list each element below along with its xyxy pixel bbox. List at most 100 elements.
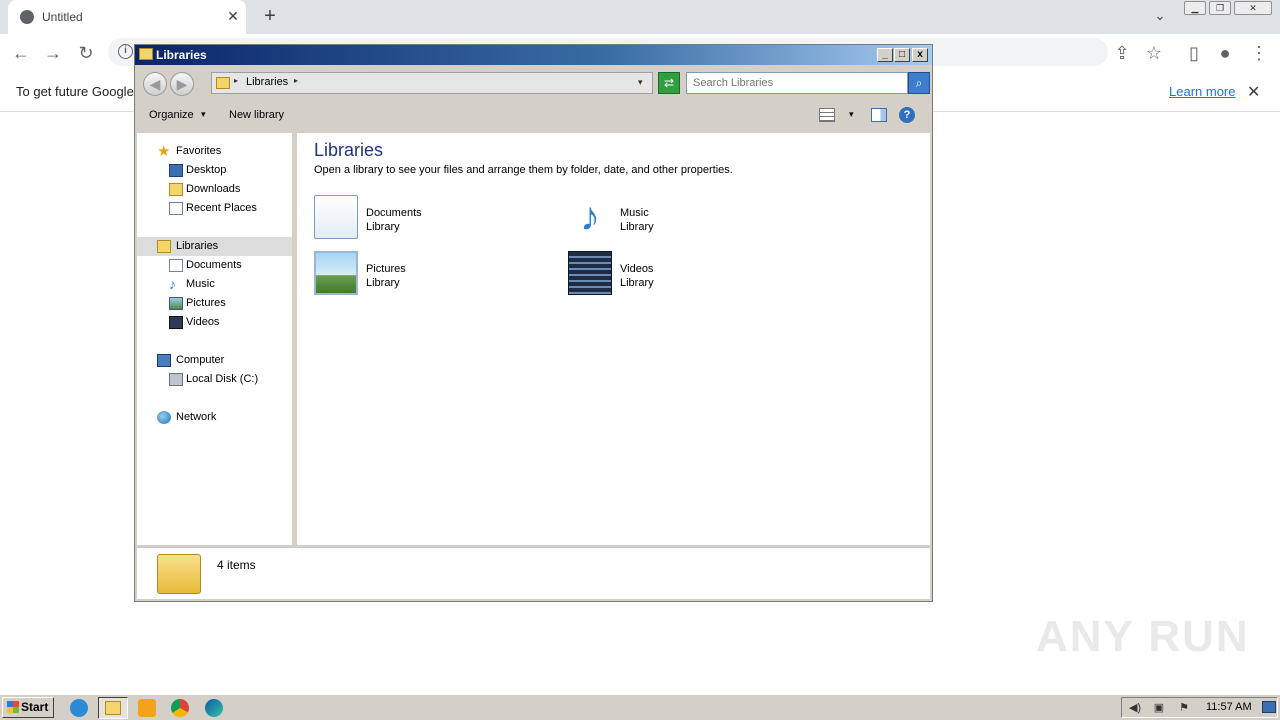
tab-close-icon[interactable]: ✕ <box>224 6 242 26</box>
nav-item-computer[interactable]: Computer <box>137 351 292 370</box>
title-bar[interactable]: Libraries _ □ x <box>135 45 932 65</box>
system-tray: ◀) ▣ ⚑ 11:57 AM <box>1121 697 1278 718</box>
library-item-music[interactable]: ♪ Music Library <box>568 195 768 243</box>
nav-item-favorites[interactable]: ★ Favorites <box>137 142 292 161</box>
details-pane: 4 items <box>137 547 930 599</box>
libraries-folder-icon <box>157 240 171 253</box>
organize-button[interactable]: Organize <box>149 109 194 121</box>
help-icon[interactable]: ? <box>899 107 915 123</box>
start-label: Start <box>21 700 49 714</box>
nav-item-desktop[interactable]: Desktop <box>137 161 292 180</box>
nav-item-label: Network <box>176 411 217 423</box>
explorer-window: Libraries _ □ x ◀ ▶ ▸ Libraries ▸ ▾ ⇄ ⌕ … <box>134 44 933 602</box>
libraries-large-icon <box>157 554 201 594</box>
chrome-menu-icon[interactable]: ⋮ <box>1248 42 1270 64</box>
address-box[interactable]: ▸ Libraries ▸ ▾ <box>211 72 653 94</box>
share-icon[interactable]: ⇪ <box>1111 42 1133 64</box>
nav-item-documents[interactable]: Documents <box>137 256 292 275</box>
nav-item-downloads[interactable]: Downloads <box>137 180 292 199</box>
nav-item-network[interactable]: Network <box>137 408 292 427</box>
library-type: Library <box>620 221 654 233</box>
internet-explorer-icon[interactable] <box>70 699 88 717</box>
show-desktop-icon[interactable] <box>1262 701 1276 713</box>
close-button[interactable]: x <box>912 48 928 62</box>
minimize-button[interactable]: _ <box>877 48 893 62</box>
nav-item-label: Libraries <box>176 240 219 252</box>
chrome-icon[interactable] <box>171 699 189 717</box>
nav-item-local-disk[interactable]: Local Disk (C:) <box>137 370 292 389</box>
computer-icon <box>157 354 171 367</box>
back-icon[interactable]: ← <box>10 42 32 64</box>
library-name: Pictures <box>366 263 406 275</box>
new-tab-button[interactable]: + <box>258 4 282 28</box>
nav-item-pictures[interactable]: Pictures <box>137 294 292 313</box>
search-icon[interactable]: ⌕ <box>908 72 930 94</box>
music-note-icon: ♪ <box>169 276 176 292</box>
nav-item-libraries[interactable]: Libraries <box>137 237 292 256</box>
site-info-icon[interactable]: i <box>118 44 133 59</box>
content-description: Open a library to see your files and arr… <box>314 164 733 176</box>
bookmark-star-icon[interactable]: ☆ <box>1143 42 1165 64</box>
change-view-icon[interactable] <box>819 108 835 122</box>
library-type: Library <box>366 221 400 233</box>
volume-icon[interactable]: ◀) <box>1128 702 1142 714</box>
breadcrumb-libraries[interactable]: Libraries <box>246 76 288 88</box>
videos-library-icon <box>568 251 612 295</box>
tab-title: Untitled <box>42 10 83 24</box>
clock[interactable]: 11:57 AM <box>1206 701 1252 713</box>
infobar-message: To get future Google <box>16 84 134 99</box>
breadcrumb-chevron-icon[interactable]: ▸ <box>294 76 298 85</box>
back-button[interactable]: ◀ <box>143 72 167 96</box>
maximize-button[interactable]: □ <box>894 48 910 62</box>
nav-item-label: Downloads <box>186 183 241 195</box>
nav-item-label: Recent Places <box>186 202 257 214</box>
edge-icon[interactable] <box>205 699 223 717</box>
tab-search-icon[interactable]: ⌄ <box>1150 6 1170 26</box>
libraries-folder-icon <box>216 77 230 89</box>
nav-item-videos[interactable]: Videos <box>137 313 292 332</box>
profile-avatar-icon[interactable]: ● <box>1214 42 1236 64</box>
nav-item-label: Favorites <box>176 145 222 157</box>
new-library-button[interactable]: New library <box>229 109 284 121</box>
libraries-folder-icon <box>139 48 153 60</box>
nav-item-music[interactable]: ♪ Music <box>137 275 292 294</box>
library-item-pictures[interactable]: Pictures Library <box>314 251 514 299</box>
refresh-icon[interactable]: ⇄ <box>658 72 680 94</box>
side-panel-icon[interactable]: ▯ <box>1183 42 1205 64</box>
window-close-button[interactable]: ✕ <box>1234 1 1272 15</box>
reload-icon[interactable]: ↻ <box>75 42 97 64</box>
window-restore-button[interactable]: ❐ <box>1209 1 1231 15</box>
media-player-icon[interactable] <box>138 699 156 717</box>
desktop-icon <box>169 164 183 177</box>
chevron-down-icon[interactable]: ▾ <box>201 109 206 120</box>
pictures-icon <box>169 297 183 310</box>
network-icon[interactable]: ▣ <box>1152 702 1166 714</box>
taskbar-explorer-button[interactable] <box>98 697 128 719</box>
taskbar: Start ◀) ▣ ⚑ 11:57 AM <box>0 694 1280 720</box>
recent-places-icon <box>169 202 183 215</box>
library-item-videos[interactable]: Videos Library <box>568 251 768 299</box>
local-disk-icon <box>169 373 183 386</box>
chevron-down-icon[interactable]: ▾ <box>849 109 854 120</box>
nav-item-recent-places[interactable]: Recent Places <box>137 199 292 218</box>
forward-button[interactable]: ▶ <box>170 72 194 96</box>
search-input[interactable] <box>686 72 908 94</box>
preview-pane-icon[interactable] <box>871 108 887 122</box>
documents-library-icon <box>314 195 358 239</box>
infobar-close-icon[interactable]: ✕ <box>1247 82 1260 102</box>
start-button[interactable]: Start <box>2 697 54 718</box>
nav-item-label: Music <box>186 278 215 290</box>
downloads-folder-icon <box>169 183 183 196</box>
breadcrumb-chevron-icon[interactable]: ▸ <box>234 76 238 85</box>
network-globe-icon <box>157 411 171 424</box>
browser-tab[interactable]: Untitled ✕ <box>8 0 246 34</box>
library-item-documents[interactable]: Documents Library <box>314 195 514 243</box>
globe-icon <box>20 10 34 24</box>
learn-more-link[interactable]: Learn more <box>1169 84 1235 99</box>
pictures-library-icon <box>314 251 358 295</box>
action-center-flag-icon[interactable]: ⚑ <box>1177 702 1191 714</box>
nav-item-label: Local Disk (C:) <box>186 373 259 385</box>
forward-icon[interactable]: → <box>42 42 64 64</box>
window-minimize-button[interactable]: ▁ <box>1184 1 1206 15</box>
address-dropdown-icon[interactable]: ▾ <box>638 77 643 88</box>
